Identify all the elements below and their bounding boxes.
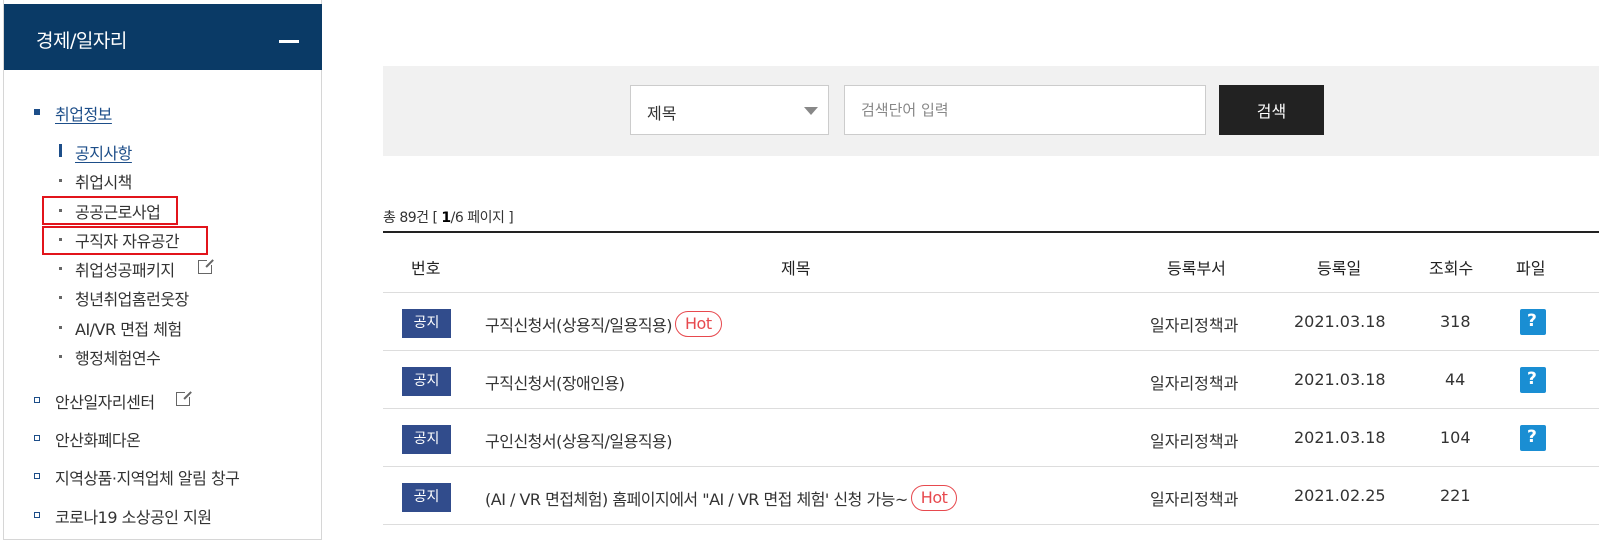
hot-badge: Hot: [675, 310, 722, 337]
table-row[interactable]: 공지 (AI / VR 면접체험) 홈페이지에서 "AI / VR 면접 체험'…: [383, 467, 1599, 525]
bullet-icon: [34, 435, 40, 441]
row-views: 44: [1445, 370, 1466, 389]
row-views: 104: [1440, 428, 1471, 447]
highlight-box: [42, 226, 208, 255]
header-title: 제목: [781, 259, 811, 278]
row-title-link[interactable]: 구직신청서(장애인용): [485, 370, 625, 394]
row-date: 2021.02.25: [1294, 486, 1386, 505]
collapse-icon[interactable]: [279, 40, 299, 43]
sidebar-title: 경제/일자리: [36, 30, 127, 52]
chevron-down-icon: [804, 107, 818, 115]
sidebar-header: 경제/일자리: [4, 4, 322, 70]
row-date: 2021.03.18: [1294, 428, 1386, 447]
sidebar-item-label[interactable]: 지역상품·지역업체 알림 창구: [55, 465, 240, 489]
file-download-icon[interactable]: ?: [1520, 425, 1546, 451]
row-date: 2021.03.18: [1294, 312, 1386, 331]
row-views: 221: [1440, 486, 1471, 505]
active-bar-icon: [59, 144, 62, 157]
row-date: 2021.03.18: [1294, 370, 1386, 389]
sidebar-subitem-label[interactable]: 청년취업홈런웃장: [75, 286, 189, 310]
result-count: 총 89건 [ 1/6 페이지 ]: [383, 207, 514, 227]
header-date: 등록일: [1317, 259, 1362, 278]
bullet-icon: [34, 397, 40, 403]
search-field-select[interactable]: 제목: [630, 85, 829, 135]
header-views: 조회수: [1429, 259, 1474, 278]
sidebar-subitem-label[interactable]: 행정체험연수: [75, 345, 161, 369]
sidebar-subitem-notice[interactable]: 공지사항: [4, 139, 322, 163]
row-department: 일자리정책과: [1150, 490, 1239, 509]
highlight-box: [42, 196, 178, 225]
hot-badge: Hot: [910, 484, 958, 511]
row-title-text[interactable]: (AI / VR 면접체험) 홈페이지에서 "AI / VR 면접 체험' 신청…: [485, 490, 908, 509]
file-download-icon[interactable]: ?: [1520, 367, 1546, 393]
row-title-text[interactable]: 구직신청서(장애인용): [485, 374, 625, 393]
notice-badge: 공지: [402, 309, 451, 338]
sidebar-item-job-center[interactable]: 안산일자리센터: [4, 388, 322, 412]
file-download-icon[interactable]: ?: [1520, 309, 1546, 335]
row-title-text[interactable]: 구직신청서(상용직/일용직용): [485, 316, 673, 335]
table-row[interactable]: 공지 구인신청서(상용직/일용직용) 일자리정책과 2021.03.18 104…: [383, 409, 1599, 467]
table-header: 번호 제목 등록부서 등록일 조회수 파일: [383, 231, 1599, 293]
table-row[interactable]: 공지 구직신청서(장애인용) 일자리정책과 2021.03.18 44 ?: [383, 351, 1599, 409]
table-row[interactable]: 공지 구직신청서(상용직/일용직용) Hot 일자리정책과 2021.03.18 …: [383, 293, 1599, 351]
sidebar-subitem-success-package[interactable]: 취업성공패키지: [4, 256, 322, 280]
external-link-icon: [176, 390, 192, 406]
row-department: 일자리정책과: [1150, 432, 1239, 451]
count-prefix: 총 89건 [: [383, 210, 438, 226]
dot-icon: [59, 179, 62, 182]
sidebar-item-label[interactable]: 코로나19 소상공인 지원: [55, 504, 212, 528]
notice-badge: 공지: [402, 483, 451, 512]
sidebar-subitem-label[interactable]: 취업시책: [75, 169, 132, 193]
count-suffix: /6 페이지 ]: [450, 210, 514, 226]
header-department: 등록부서: [1167, 259, 1226, 278]
row-title-text[interactable]: 구인신청서(상용직/일용직용): [485, 432, 673, 451]
bullet-icon: [34, 473, 40, 479]
bullet-icon: [34, 109, 40, 115]
row-department: 일자리정책과: [1150, 316, 1239, 335]
notice-badge: 공지: [402, 425, 451, 454]
header-file: 파일: [1516, 259, 1546, 278]
bullet-icon: [34, 512, 40, 518]
external-link-icon: [198, 258, 214, 274]
search-button[interactable]: 검색: [1219, 85, 1324, 135]
current-page: 1: [441, 210, 451, 226]
sidebar-subitem-policy[interactable]: 취업시책: [4, 168, 322, 192]
row-title-link[interactable]: (AI / VR 면접체험) 홈페이지에서 "AI / VR 면접 체험' 신청…: [485, 484, 958, 514]
notice-badge: 공지: [402, 367, 451, 396]
row-title-link[interactable]: 구직신청서(상용직/일용직용) Hot: [485, 310, 722, 340]
sidebar-item-daon[interactable]: 안산화폐다온: [4, 426, 322, 450]
sidebar-subitem-ai-vr[interactable]: AI/VR 면접 체험: [4, 315, 322, 339]
dot-icon: [59, 326, 62, 329]
search-input[interactable]: [844, 85, 1206, 135]
sidebar-subitem-youth-homerun[interactable]: 청년취업홈런웃장: [4, 285, 322, 309]
sidebar-item-local-products[interactable]: 지역상품·지역업체 알림 창구: [4, 464, 322, 488]
select-value: 제목: [647, 104, 677, 123]
sidebar-subitem-admin-training[interactable]: 행정체험연수: [4, 344, 322, 368]
sidebar-item-label[interactable]: 안산일자리센터: [55, 389, 155, 413]
sidebar-item-covid-support[interactable]: 코로나19 소상공인 지원: [4, 503, 322, 527]
sidebar-nav: 경제/일자리 취업정보 공지사항 취업시책 공공근로사업 구직자 자유공간 취업…: [3, 0, 322, 540]
dot-icon: [59, 296, 62, 299]
header-number: 번호: [411, 259, 441, 278]
sidebar-subitem-label[interactable]: AI/VR 면접 체험: [75, 316, 182, 340]
sidebar-item-label[interactable]: 안산화폐다온: [55, 427, 141, 451]
dot-icon: [59, 267, 62, 270]
sidebar-subitem-label[interactable]: 취업성공패키지: [75, 257, 175, 281]
sidebar-item-job-info[interactable]: 취업정보: [4, 100, 322, 124]
row-department: 일자리정책과: [1150, 374, 1239, 393]
row-views: 318: [1440, 312, 1471, 331]
sidebar-item-label[interactable]: 취업정보: [55, 101, 112, 125]
sidebar-subitem-label[interactable]: 공지사항: [75, 140, 132, 164]
dot-icon: [59, 355, 62, 358]
row-title-link[interactable]: 구인신청서(상용직/일용직용): [485, 428, 673, 452]
